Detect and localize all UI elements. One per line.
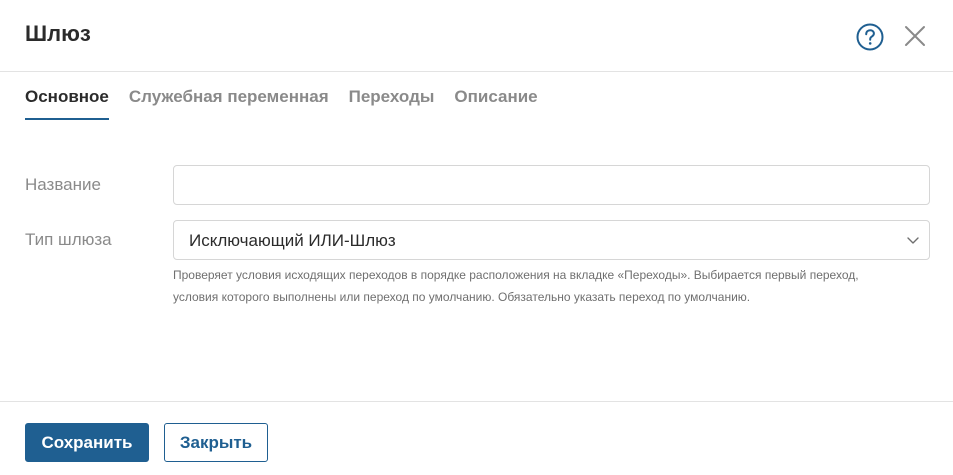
hint-line-2: условия которого выполнены или переход п… (173, 290, 751, 304)
close-dialog-button[interactable]: Закрыть (164, 423, 268, 462)
question-circle-icon (856, 23, 884, 51)
gateway-dialog: Шлюз Основное Служебная переменная Перех… (0, 0, 953, 475)
tab-description[interactable]: Описание (454, 86, 537, 120)
dialog-footer: Сохранить Закрыть (0, 401, 953, 475)
close-button[interactable] (904, 25, 926, 47)
hint-line-1: Проверяет условия исходящих переходов в … (173, 268, 859, 282)
name-input[interactable] (173, 165, 930, 205)
tab-general[interactable]: Основное (25, 86, 109, 120)
tab-service-variable[interactable]: Служебная переменная (129, 86, 329, 120)
dialog-header: Шлюз (0, 0, 953, 72)
gateway-type-select[interactable]: Исключающий ИЛИ-Шлюз (173, 220, 930, 260)
dialog-title: Шлюз (25, 21, 91, 46)
gateway-type-hint: Проверяет условия исходящих переходов в … (173, 264, 933, 308)
gateway-type-value: Исключающий ИЛИ-Шлюз (189, 231, 396, 250)
name-label: Название (25, 175, 101, 194)
gateway-type-label: Тип шлюза (25, 230, 112, 249)
help-button[interactable] (856, 23, 884, 51)
tab-bar: Основное Служебная переменная Переходы О… (25, 86, 558, 120)
close-icon (905, 26, 925, 46)
chevron-down-icon (907, 237, 919, 244)
save-button[interactable]: Сохранить (25, 423, 149, 462)
tab-transitions[interactable]: Переходы (349, 86, 435, 120)
